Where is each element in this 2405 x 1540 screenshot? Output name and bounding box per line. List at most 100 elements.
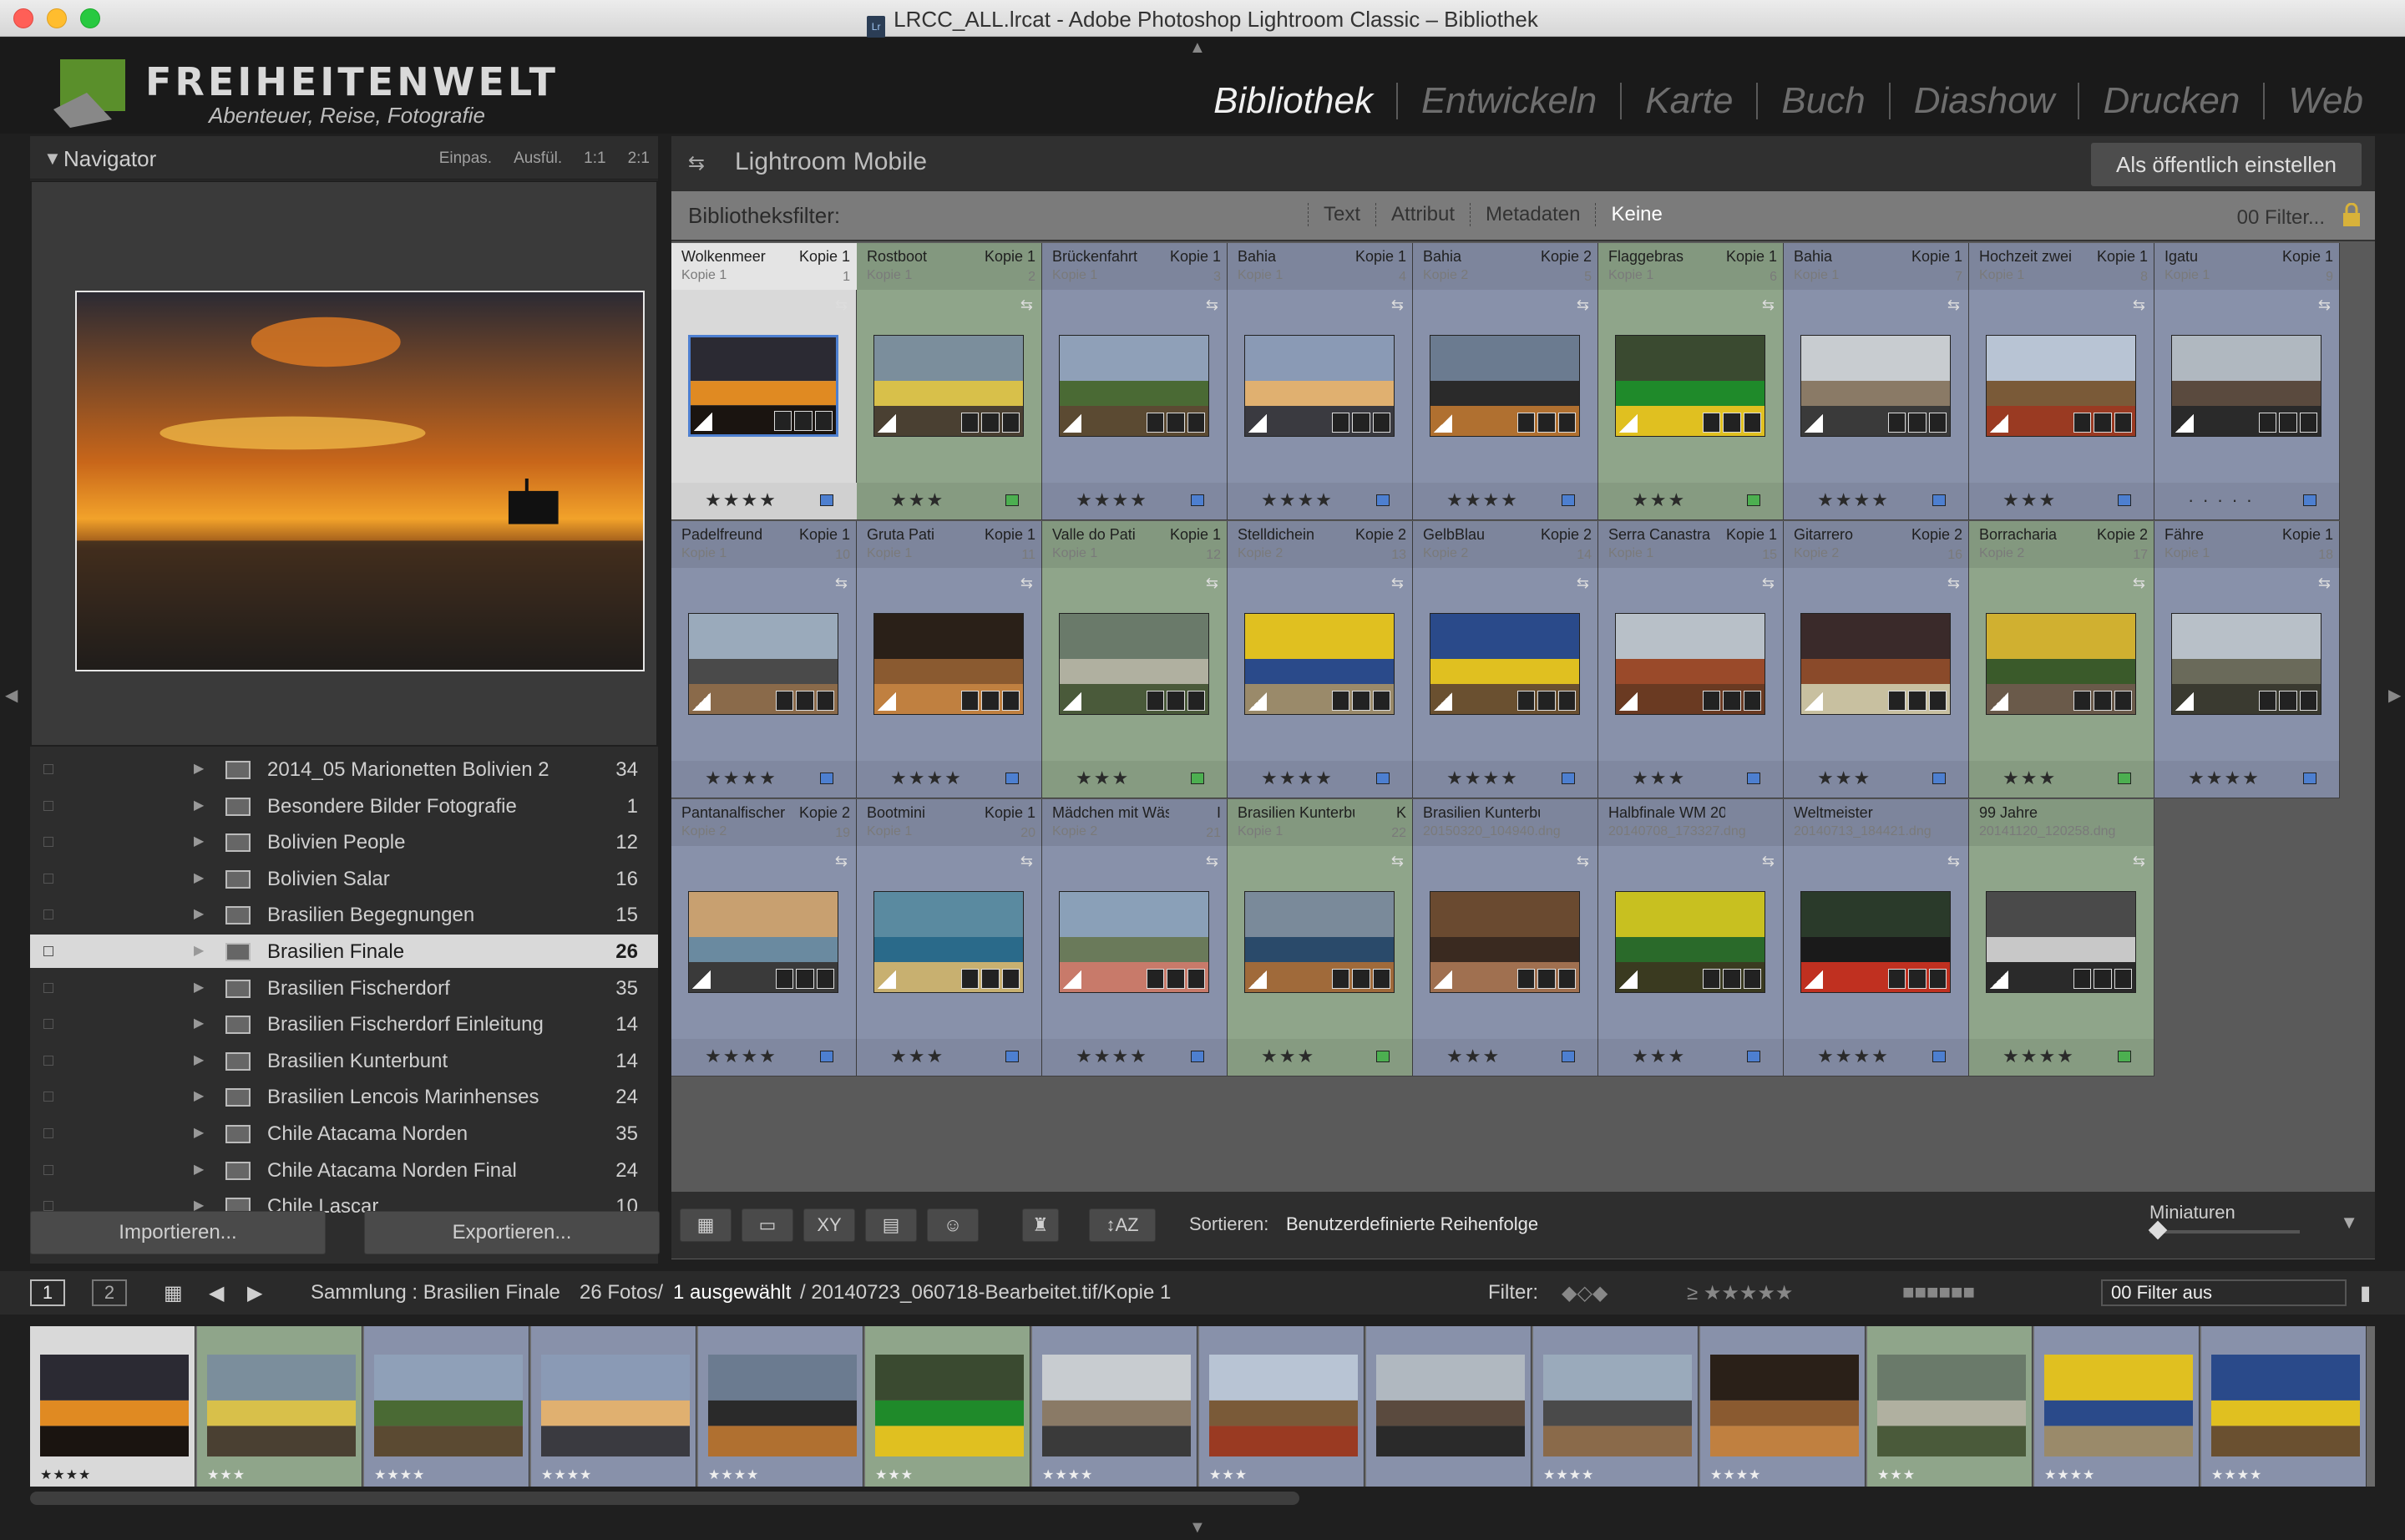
grid-cell[interactable]: Halbfinale WM 2014 20140708_173327.dng ⇆ ★★… (1598, 799, 1784, 1076)
rating-filter-stars-icon[interactable]: ≥ ★★★★★ (1687, 1281, 1793, 1305)
collection-row[interactable]: ▶ Brasilien Kunterbunt 14 (30, 1044, 658, 1077)
secondary-window-button[interactable]: 2 (92, 1279, 127, 1306)
collection-row[interactable]: ▶ Brasilien Fischerdorf Einleitung 14 (30, 1007, 658, 1041)
collection-row[interactable]: ▶ Bolivien Salar 16 (30, 862, 658, 895)
star-rating[interactable]: ★★★★ (705, 767, 777, 789)
star-rating[interactable]: ★★★ (2002, 767, 2057, 789)
people-view-icon[interactable]: ☺ (927, 1208, 979, 1242)
collection-row[interactable]: ▶ Besondere Bilder Fotografie 1 (30, 789, 658, 823)
collection-checkbox[interactable] (43, 800, 53, 811)
sort-direction-icon[interactable]: ↕AZ (1089, 1208, 1156, 1242)
navigator-preview[interactable] (30, 180, 658, 747)
grid-cell[interactable]: Gitarrero Kopie 2 Kopie 2 16 ⇆ ★★★ (1784, 521, 1969, 798)
star-rating[interactable]: ★★★★ (705, 1046, 777, 1067)
photo-thumbnail[interactable] (1800, 613, 1951, 715)
grid-cell[interactable]: Igatu Kopie 1 Kopie 1 9 ⇆ · · · · · (2154, 243, 2340, 520)
star-rating[interactable]: ★★★★ (2002, 1046, 2075, 1067)
grid-cell[interactable]: Flaggebras Kopie 1 Kopie 1 6 ⇆ ★★★ (1598, 243, 1784, 520)
filmstrip-cell[interactable]: ★★★★ (698, 1326, 863, 1487)
star-rating[interactable]: ★★★★ (1817, 489, 1890, 511)
expand-triangle-icon[interactable]: ▶ (194, 760, 204, 777)
star-rating[interactable]: ★★★★ (1817, 1046, 1890, 1067)
expand-triangle-icon[interactable]: ▶ (194, 905, 204, 922)
filter-lock-icon[interactable]: ▮ (2360, 1281, 2371, 1305)
color-label-swatch[interactable] (1191, 1051, 1204, 1062)
expand-triangle-icon[interactable]: ▶ (194, 1161, 204, 1178)
filmstrip-cell[interactable]: ★★★★ (531, 1326, 696, 1487)
make-public-button[interactable]: Als öffentlich einstellen (2091, 143, 2362, 186)
collection-checkbox[interactable] (43, 1164, 53, 1175)
sort-order-dropdown[interactable]: Benutzerdefinierte Reihenfolge (1286, 1213, 1538, 1235)
expand-triangle-icon[interactable]: ▶ (194, 1015, 204, 1031)
navigator-zoom-1[interactable]: Ausfül. (514, 149, 562, 168)
navigator-zoom-3[interactable]: 2:1 (628, 149, 650, 168)
photo-thumbnail[interactable] (1986, 613, 2136, 715)
filter-tab-keine[interactable]: Keine (1595, 203, 1677, 226)
color-label-swatch[interactable] (1376, 1051, 1390, 1062)
filter-preset-dropdown[interactable]: 00 Filter... (2237, 206, 2325, 230)
grid-cell[interactable]: Hochzeit zwei Kopie 1 Kopie 1 8 ⇆ ★★★ (1969, 243, 2154, 520)
import-button[interactable]: Importieren... (30, 1211, 326, 1254)
selected-file[interactable]: / 20140723_060718-Bearbeitet.tif/Kopie 1 (800, 1281, 1171, 1304)
lock-icon[interactable] (2342, 203, 2362, 228)
photo-thumbnail[interactable] (1430, 613, 1580, 715)
collection-row[interactable]: ▶ Brasilien Finale 26 (30, 935, 658, 968)
filmstrip-cell[interactable]: ★★★★ (364, 1326, 529, 1487)
module-web[interactable]: Web (2265, 80, 2387, 122)
star-rating[interactable]: ★★★★ (1076, 1046, 1148, 1067)
collection-checkbox[interactable] (43, 909, 53, 920)
star-rating[interactable]: ★★★★ (1261, 489, 1334, 511)
collection-row[interactable]: ▶ Brasilien Fischerdorf 35 (30, 971, 658, 1005)
star-rating[interactable]: ★★★★ (890, 767, 963, 789)
export-button[interactable]: Exportieren... (364, 1211, 660, 1254)
collection-checkbox[interactable] (43, 873, 53, 884)
filmstrip-cell[interactable]: ★★★ (197, 1326, 362, 1487)
photo-thumbnail[interactable] (1244, 613, 1395, 715)
expand-triangle-icon[interactable]: ▶ (194, 979, 204, 995)
collection-checkbox[interactable] (43, 764, 53, 774)
grid-cell[interactable]: Brückenfahrt Kopie 1 Kopie 1 3 ⇆ ★★★★ (1042, 243, 1228, 520)
navigator-header[interactable]: ▼ Navigator Einpas. Ausfül. 1:1 2:1 (30, 136, 658, 180)
module-drucken[interactable]: Drucken (2079, 80, 2263, 122)
color-label-swatch[interactable] (1562, 1051, 1575, 1062)
color-label-swatch[interactable] (1191, 494, 1204, 506)
back-arrow-icon[interactable]: ◀ (209, 1281, 224, 1305)
color-label-swatch[interactable] (2303, 494, 2316, 506)
module-buch[interactable]: Buch (1758, 80, 1888, 122)
grid-cell[interactable]: Brasilien Kunterbunt K Kopie 1 22 ⇆ ★★★ (1228, 799, 1413, 1076)
photo-thumbnail[interactable] (1800, 891, 1951, 993)
grid-mode-icon[interactable]: ▦ (164, 1281, 183, 1305)
primary-window-button[interactable]: 1 (30, 1279, 65, 1306)
color-label-swatch[interactable] (1747, 1051, 1760, 1062)
filmstrip-cell[interactable]: ★★★★ (1032, 1326, 1197, 1487)
photo-thumbnail[interactable] (1615, 335, 1765, 437)
right-panel-toggle-icon[interactable]: ▶ (2388, 685, 2401, 706)
source-path[interactable]: Sammlung : Brasilien Finale (311, 1281, 560, 1304)
photo-thumbnail[interactable] (688, 613, 838, 715)
left-panel-toggle-icon[interactable]: ◀ (5, 685, 18, 706)
grid-cell[interactable]: Valle do Pati Kopie 1 Kopie 1 12 ⇆ ★★★ (1042, 521, 1228, 798)
color-label-swatch[interactable] (1191, 773, 1204, 784)
photo-thumbnail[interactable] (1615, 891, 1765, 993)
expand-triangle-icon[interactable]: ▶ (194, 1124, 204, 1141)
photo-thumbnail[interactable] (2171, 613, 2321, 715)
thumbnail-size-knob[interactable] (2148, 1220, 2168, 1240)
color-label-swatch[interactable] (1932, 494, 1946, 506)
module-diashow[interactable]: Diashow (1891, 80, 2078, 122)
grid-view-icon[interactable]: ▦ (680, 1208, 732, 1242)
star-rating[interactable]: ★★★ (1446, 1046, 1501, 1067)
grid-cell[interactable]: Pantanalfischer Kopie 2 Kopie 2 19 ⇆ ★★★★ (671, 799, 857, 1076)
star-rating[interactable]: ★★★ (1076, 767, 1130, 789)
collection-row[interactable]: ▶ Brasilien Lencois Marinhenses 24 (30, 1080, 658, 1113)
star-rating[interactable]: ★★★ (1817, 767, 1871, 789)
color-label-swatch[interactable] (1747, 494, 1760, 506)
expand-triangle-icon[interactable]: ▶ (194, 1051, 204, 1068)
collection-checkbox[interactable] (43, 1019, 53, 1030)
color-label-swatch[interactable] (1562, 494, 1575, 506)
color-label-swatch[interactable] (2118, 1051, 2131, 1062)
star-rating[interactable]: ★★★ (1261, 1046, 1315, 1067)
collection-row[interactable]: ▶ Brasilien Begegnungen 15 (30, 898, 658, 931)
bottom-panel-toggle-icon[interactable]: ▼ (1189, 1518, 1206, 1537)
filmstrip-cell[interactable]: ★★★★ (30, 1326, 195, 1487)
collection-row[interactable]: ▶ Chile Atacama Norden 35 (30, 1117, 658, 1150)
